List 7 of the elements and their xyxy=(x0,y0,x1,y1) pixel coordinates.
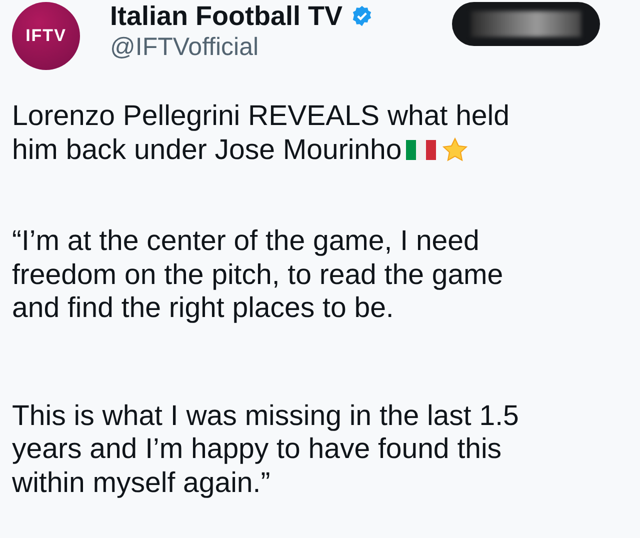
tweet-paragraph: This is what I was missing in the last 1.5 years and I’m happy to have found this within myself again.” xyxy=(12,400,519,498)
tweet-paragraph: “I’m at the center of the game, I need freedom on the pitch, to read the game and find the right places to be. xyxy=(12,225,504,324)
tweet-paragraph: Lorenzo Pellegrini REVEALS what held him back under Jose Mourinho xyxy=(12,100,510,166)
account-name[interactable]: Italian Football TV xyxy=(110,0,343,32)
blurred-button[interactable] xyxy=(452,2,600,46)
account-handle[interactable]: @IFTVofficial xyxy=(110,32,373,62)
avatar-logo[interactable]: IFTV xyxy=(12,2,80,70)
